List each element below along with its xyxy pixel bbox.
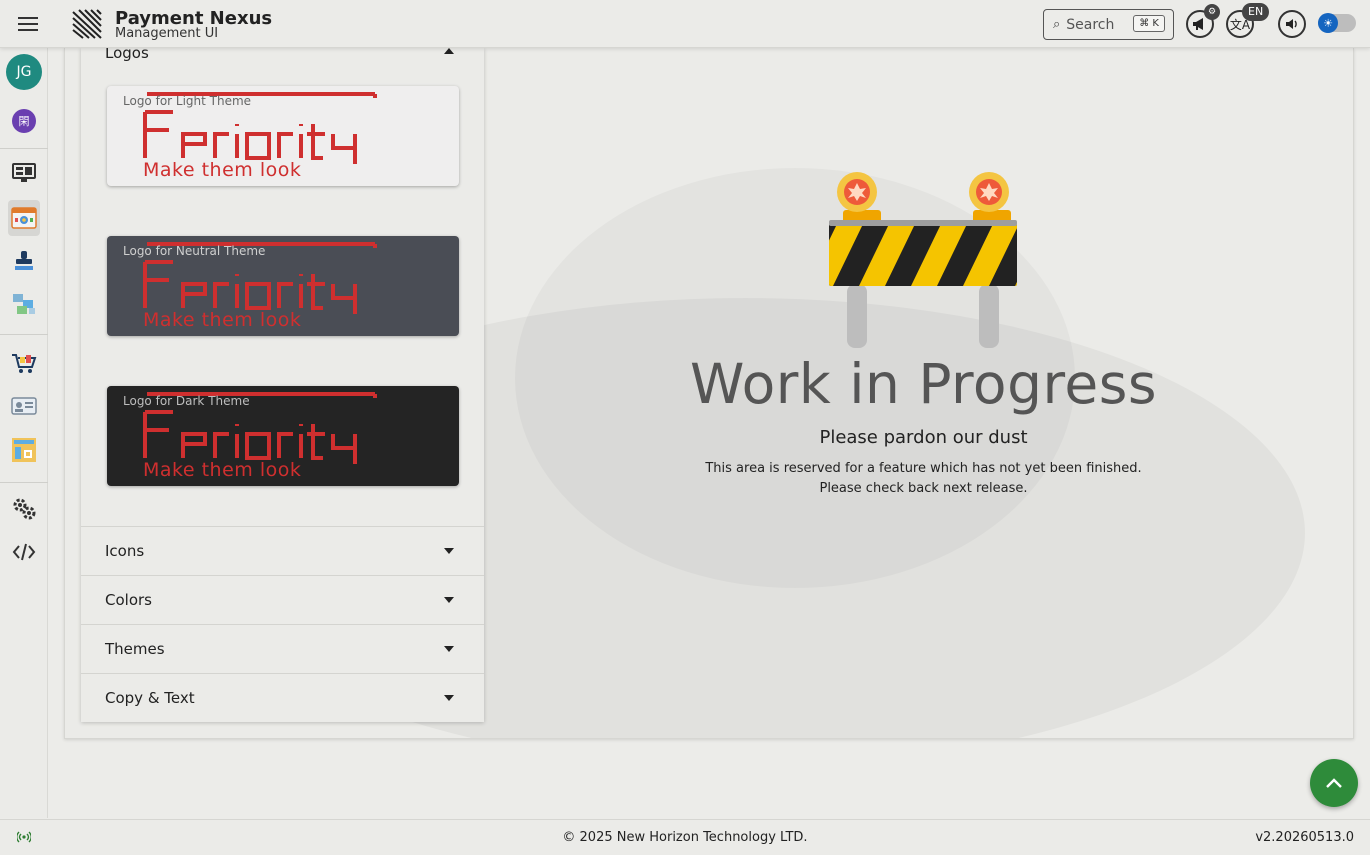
notification-badge: ⚙	[1204, 4, 1220, 20]
search-icon: ⌕	[1053, 17, 1061, 32]
logo-card-light[interactable]: Logo for Light Theme Make them look	[107, 86, 459, 186]
chevron-up-icon	[444, 48, 454, 54]
accordion-label: Copy & Text	[105, 689, 195, 707]
logo-card-neutral[interactable]: Logo for Neutral Theme Make them look	[107, 236, 459, 336]
chevron-down-icon	[444, 695, 454, 701]
user-avatar[interactable]: JG	[6, 54, 42, 90]
scroll-to-top-button[interactable]	[1310, 759, 1358, 807]
accordion-header-colors[interactable]: Colors	[81, 575, 484, 624]
wip-message-line: This area is reserved for a feature whic…	[705, 461, 1142, 476]
id-card-icon	[11, 397, 37, 415]
logo-tagline: Make them look	[143, 309, 302, 331]
rail-divider	[0, 334, 48, 335]
sidebar-item-dashboard[interactable]	[8, 155, 40, 191]
stamp-icon	[15, 251, 33, 270]
wip-message: This area is reserved for a feature whic…	[555, 459, 1292, 499]
shopping-cart-icon	[12, 354, 37, 373]
dashboard-monitor-icon	[12, 163, 36, 182]
accordion-label: Icons	[105, 542, 145, 560]
top-bar: Payment Nexus Management UI ⌕ Search ⌘ K…	[0, 0, 1370, 48]
organization-avatar[interactable]: 閑	[12, 109, 36, 133]
logo-card-dark[interactable]: Logo for Dark Theme Make them look	[107, 386, 459, 486]
accordion-header-logos[interactable]: Logos	[81, 48, 484, 62]
sound-button[interactable]	[1278, 10, 1306, 38]
branding-browser-icon	[11, 207, 37, 229]
footer: © 2025 New Horizon Technology LTD. v2.20…	[0, 819, 1370, 855]
sidebar-item-stamps[interactable]	[8, 243, 40, 279]
logo-caption: Logo for Light Theme	[123, 94, 252, 108]
version-text: v2.20260513.0	[1255, 830, 1354, 845]
report-chart-icon	[12, 438, 36, 462]
speaker-icon	[1286, 19, 1297, 29]
theme-toggle[interactable]: ☀	[1318, 13, 1356, 33]
sidebar-item-developer[interactable]	[8, 534, 40, 570]
code-icon	[12, 543, 36, 561]
navigation-rail: JG 閑	[0, 48, 48, 818]
chevron-down-icon	[444, 646, 454, 652]
sidebar-item-reports[interactable]	[8, 432, 40, 468]
logo-tagline: Make them look	[143, 159, 302, 181]
settings-gears-icon	[13, 498, 36, 520]
chevron-down-icon	[444, 597, 454, 603]
accordion-label: Logos	[105, 48, 149, 62]
sidebar-item-contacts[interactable]	[8, 388, 40, 424]
main-content: Logos Logo for Light Theme Make them loo…	[64, 48, 1354, 739]
sidebar-item-branding[interactable]	[8, 200, 40, 236]
sidebar-item-workflows[interactable]	[8, 286, 40, 322]
rail-divider	[0, 482, 48, 483]
logo-tagline: Make them look	[143, 459, 302, 481]
app-subtitle: Management UI	[115, 26, 219, 41]
search-placeholder: Search	[1066, 16, 1115, 33]
accordion-label: Colors	[105, 591, 152, 609]
copyright-text: © 2025 New Horizon Technology LTD.	[562, 830, 808, 845]
sidebar-item-settings[interactable]	[8, 491, 40, 527]
wip-subtitle: Please pardon our dust	[819, 427, 1028, 448]
megaphone-icon	[1193, 18, 1203, 30]
search-box[interactable]: ⌕ Search ⌘ K	[1043, 9, 1174, 40]
logo-caption: Logo for Neutral Theme	[123, 244, 266, 258]
logo-caption: Logo for Dark Theme	[123, 394, 250, 408]
construction-barrier-icon	[829, 172, 1017, 348]
flow-puzzle-icon	[13, 294, 35, 314]
accordion-header-copy-text[interactable]: Copy & Text	[81, 673, 484, 722]
wip-message-line: Please check back next release.	[819, 481, 1028, 496]
rail-divider	[0, 148, 48, 149]
sidebar-item-shop[interactable]	[8, 345, 40, 381]
chevron-down-icon	[444, 548, 454, 554]
brand-logo-icon	[72, 9, 102, 39]
branding-accordion: Logos Logo for Light Theme Make them loo…	[81, 48, 484, 722]
accordion-header-icons[interactable]: Icons	[81, 526, 484, 575]
accordion-label: Themes	[105, 640, 165, 658]
chevron-up-icon	[1326, 778, 1342, 788]
menu-icon[interactable]	[16, 14, 40, 34]
sun-icon: ☀	[1318, 13, 1338, 33]
accordion-header-themes[interactable]: Themes	[81, 624, 484, 673]
language-badge: EN	[1242, 3, 1270, 21]
search-shortcut: ⌘ K	[1133, 15, 1165, 32]
wip-title: Work in Progress	[689, 352, 1158, 416]
